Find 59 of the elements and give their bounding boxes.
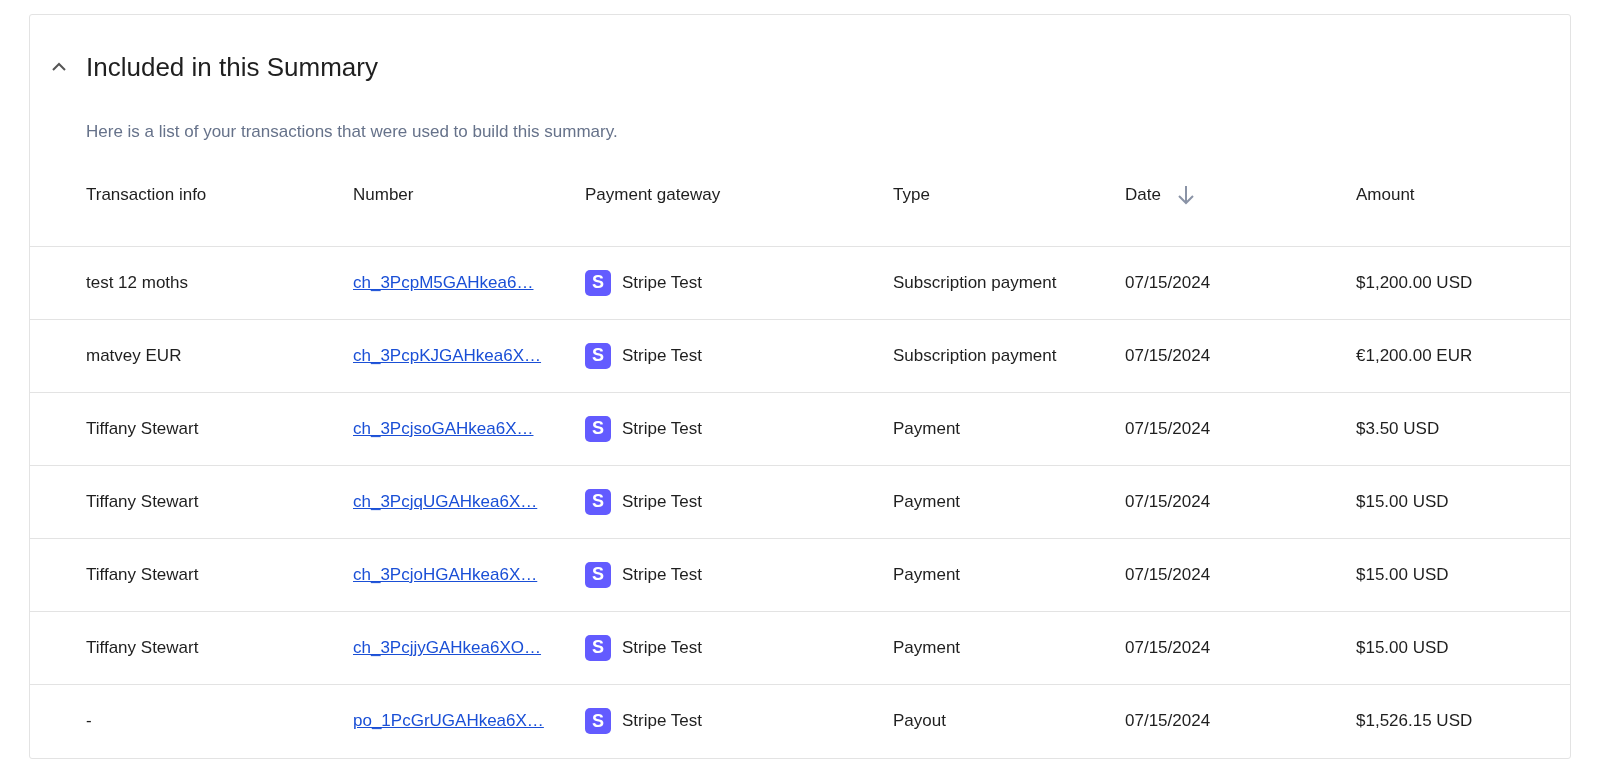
table-cell: - bbox=[86, 711, 92, 731]
gateway-logo: S bbox=[585, 415, 611, 442]
column-header[interactable]: Type bbox=[893, 182, 930, 208]
table-cell: $15.00 USD bbox=[1356, 637, 1449, 657]
table-cell: Tiffany Stewart bbox=[86, 491, 199, 511]
table-cell: Payment bbox=[893, 491, 961, 511]
table-cell-text: Stripe Test bbox=[622, 563, 702, 586]
column-header[interactable]: Date bbox=[1125, 182, 1161, 208]
table-cell: test 12 moths bbox=[86, 272, 189, 292]
table-cell: Subscription payment bbox=[893, 345, 1057, 365]
table-cell: 07/15/2024 bbox=[1125, 637, 1211, 657]
table-cell: 07/15/2024 bbox=[1125, 418, 1211, 438]
table-cell: 07/15/2024 bbox=[1125, 272, 1211, 292]
gateway-logo: S bbox=[585, 342, 611, 369]
table-cell: Subscription payment bbox=[893, 272, 1057, 292]
table-cell: €1,200.00 EUR bbox=[1356, 345, 1473, 365]
transaction-link[interactable]: ch_3PcjqUGAHkea6X… bbox=[353, 491, 538, 511]
table-cell: $1,526.15 USD bbox=[1356, 711, 1473, 731]
section-description: Here is a list of your transactions that were used to build this summary. bbox=[85, 121, 619, 143]
table-cell: Payment bbox=[893, 418, 961, 438]
transaction-link[interactable]: ch_3PcpM5GAHkea6… bbox=[353, 272, 534, 292]
table-cell-text: Stripe Test bbox=[622, 490, 702, 513]
transaction-link[interactable]: po_1PcGrUGAHkea6X… bbox=[353, 711, 544, 731]
column-header[interactable]: Number bbox=[353, 182, 414, 208]
table-cell: $15.00 USD bbox=[1356, 491, 1449, 511]
table-cell: $3.50 USD bbox=[1356, 418, 1440, 438]
table-cell: Tiffany Stewart bbox=[86, 564, 199, 584]
table-cell-text: Stripe Test bbox=[622, 417, 702, 440]
gateway-logo: S bbox=[585, 561, 611, 588]
transaction-link[interactable]: ch_3PcjjyGAHkea6XO… bbox=[353, 637, 542, 657]
table-cell: $1,200.00 USD bbox=[1356, 272, 1473, 292]
chevron-icon bbox=[51, 62, 67, 72]
table-cell-text: Stripe Test bbox=[622, 710, 702, 733]
column-header[interactable]: Payment gateway bbox=[585, 182, 721, 208]
table-cell: 07/15/2024 bbox=[1125, 345, 1211, 365]
gateway-logo: S bbox=[585, 708, 611, 734]
table-cell-text: Stripe Test bbox=[622, 344, 702, 367]
gateway-logo: S bbox=[585, 488, 611, 515]
table-cell: matvey EUR bbox=[86, 345, 182, 365]
table-cell: 07/15/2024 bbox=[1125, 564, 1211, 584]
gateway-logo: S bbox=[585, 269, 611, 296]
table-cell-text: Stripe Test bbox=[622, 271, 702, 294]
transaction-link[interactable]: ch_3PcpKJGAHkea6X… bbox=[353, 345, 542, 365]
table-cell: Tiffany Stewart bbox=[86, 418, 199, 438]
table-cell: 07/15/2024 bbox=[1125, 711, 1211, 731]
table-cell: Payment bbox=[893, 564, 961, 584]
column-header[interactable]: Amount bbox=[1356, 182, 1415, 208]
table-cell: $15.00 USD bbox=[1356, 564, 1449, 584]
section-title: Included in this Summary bbox=[86, 50, 378, 84]
table-cell: Tiffany Stewart bbox=[86, 637, 199, 657]
transaction-link[interactable]: ch_3PcjsoGAHkea6X… bbox=[353, 418, 534, 438]
arrow-down-icon[interactable] bbox=[1176, 185, 1195, 205]
table-cell: 07/15/2024 bbox=[1125, 491, 1211, 511]
table-cell: Payment bbox=[893, 637, 961, 657]
table-cell-text: Stripe Test bbox=[622, 636, 702, 659]
column-header[interactable]: Transaction info bbox=[86, 182, 207, 208]
gateway-logo: S bbox=[585, 634, 611, 661]
table-cell: Payout bbox=[893, 711, 946, 731]
transaction-link[interactable]: ch_3PcjoHGAHkea6X… bbox=[353, 564, 538, 584]
